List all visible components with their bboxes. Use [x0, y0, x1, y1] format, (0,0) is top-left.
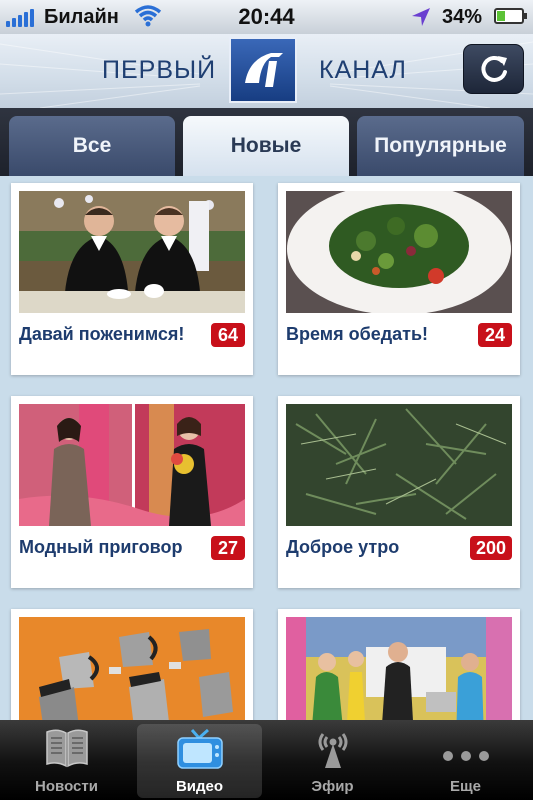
- video-card[interactable]: Модный приговор 27: [11, 396, 253, 588]
- video-card[interactable]: [278, 609, 520, 720]
- segment-all[interactable]: Все: [9, 116, 175, 176]
- video-thumbnail: [19, 404, 245, 526]
- tab-news-label: Новости: [35, 778, 98, 795]
- video-card[interactable]: Время обедать! 24: [278, 183, 520, 375]
- status-bar: Билайн 20:44 34%: [0, 0, 533, 34]
- tab-more-label: Еще: [449, 778, 481, 795]
- video-count-badge: 64: [211, 323, 245, 347]
- video-grid: Давай поженимся! 64 Время обедать! 24 Мо…: [0, 176, 533, 720]
- video-card[interactable]: Доброе утро 200: [278, 396, 520, 588]
- refresh-icon: [481, 55, 507, 82]
- video-card[interactable]: [11, 609, 253, 720]
- video-count-badge: 200: [469, 536, 512, 560]
- segment-bar: Все Новые Популярные: [0, 108, 533, 176]
- refresh-button[interactable]: [463, 44, 524, 94]
- video-card[interactable]: Давай поженимся! 64: [11, 183, 253, 375]
- header-title-left: ПЕРВЫЙ: [102, 56, 217, 84]
- segment-new[interactable]: Новые: [183, 116, 349, 176]
- channel-one-logo: [229, 37, 297, 103]
- location-arrow-icon: [412, 8, 430, 26]
- header-title-right: КАНАЛ: [319, 56, 407, 84]
- tv-icon: [176, 728, 223, 769]
- video-thumbnail: [19, 191, 245, 313]
- battery-percent: 34%: [442, 6, 483, 28]
- app-header: ПЕРВЫЙ КАНАЛ: [0, 34, 533, 108]
- tab-live[interactable]: Эфир: [266, 720, 399, 800]
- tab-live-label: Эфир: [311, 778, 354, 795]
- video-title: Модный приговор: [19, 537, 183, 557]
- video-count-badge: 24: [478, 323, 512, 347]
- video-title: Давай поженимся!: [19, 324, 185, 344]
- tab-video[interactable]: Видео: [133, 720, 266, 800]
- more-icon: [442, 751, 489, 761]
- video-thumbnail: [286, 191, 512, 313]
- tab-bar: Новости Видео Эфир Еще: [0, 720, 533, 800]
- antenna-icon: [318, 733, 347, 768]
- video-thumbnail: [19, 617, 245, 720]
- tab-more[interactable]: Еще: [399, 720, 532, 800]
- tab-video-label: Видео: [175, 778, 224, 795]
- book-icon: [45, 729, 88, 768]
- tab-news[interactable]: Новости: [0, 720, 133, 800]
- video-count-badge: 27: [211, 536, 245, 560]
- video-title: Доброе утро: [286, 537, 400, 557]
- video-title: Время обедать!: [286, 324, 429, 344]
- video-thumbnail: [286, 404, 512, 526]
- video-thumbnail: [286, 617, 512, 720]
- segment-popular[interactable]: Популярные: [357, 116, 524, 176]
- battery-icon: [494, 8, 527, 24]
